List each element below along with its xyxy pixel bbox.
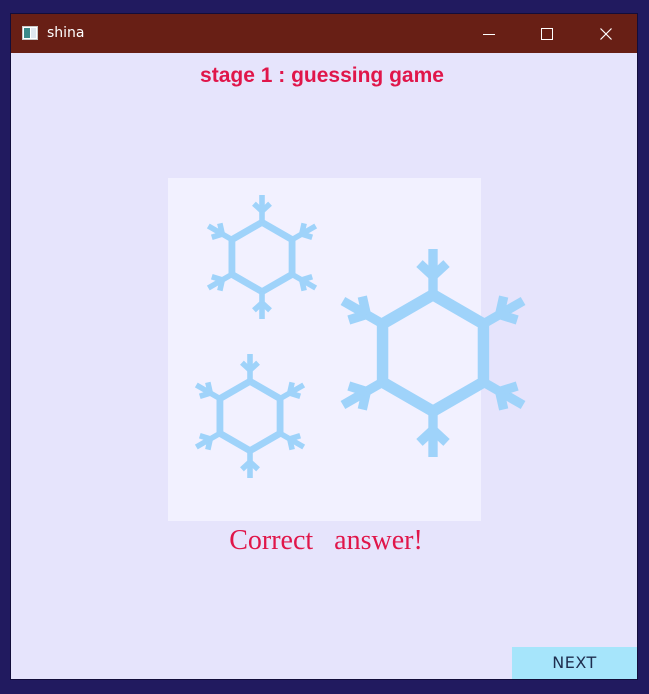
window-app-icon bbox=[22, 26, 38, 40]
snowflake-picture bbox=[11, 53, 637, 679]
next-button[interactable]: NEXT bbox=[512, 647, 637, 679]
maximize-button[interactable] bbox=[518, 14, 576, 53]
game-window: shina stage 1 : guessing game Correct an… bbox=[11, 14, 637, 679]
minimize-icon bbox=[483, 33, 495, 35]
result-message: Correct answer! bbox=[229, 525, 423, 556]
title-bar[interactable]: shina bbox=[11, 14, 637, 53]
maximize-icon bbox=[541, 27, 553, 40]
snowflake-icon bbox=[204, 195, 319, 319]
game-area: stage 1 : guessing game Correct answer! … bbox=[11, 53, 637, 679]
close-icon bbox=[600, 27, 612, 40]
snowflake-icon bbox=[336, 249, 530, 457]
window-title: shina bbox=[47, 25, 85, 41]
snowflake-icon bbox=[192, 354, 307, 478]
close-button[interactable] bbox=[577, 14, 635, 53]
minimize-button[interactable] bbox=[460, 14, 518, 53]
